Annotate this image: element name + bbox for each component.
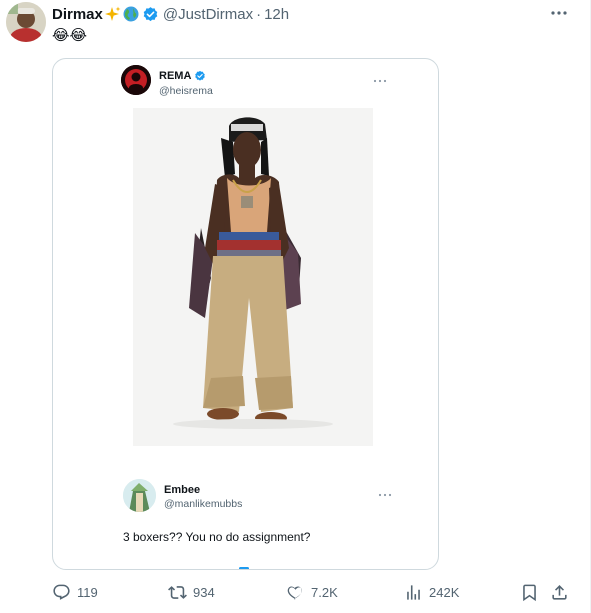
quote-photo[interactable] bbox=[133, 108, 373, 446]
action-bar: 119 934 7.2K 242K bbox=[0, 580, 591, 604]
like-button[interactable]: 7.2K bbox=[286, 580, 338, 604]
globe-icon bbox=[123, 6, 139, 22]
more-icon[interactable] bbox=[549, 6, 569, 18]
tweet-timestamp[interactable]: 12h bbox=[264, 6, 289, 23]
quote-more-icon[interactable] bbox=[373, 71, 387, 83]
share-button[interactable] bbox=[550, 580, 569, 604]
retweet-button[interactable]: 934 bbox=[168, 580, 215, 604]
tweet: Dirmax @JustDirmax · 12h 😂😂 REMA @heisre… bbox=[0, 0, 591, 613]
reply-author-handle[interactable]: @manlikemubbs bbox=[164, 498, 242, 510]
like-count: 7.2K bbox=[311, 584, 338, 600]
tweet-header: Dirmax @JustDirmax · 12h bbox=[52, 4, 289, 24]
reply-text: 3 boxers?? You no do assignment? bbox=[123, 530, 311, 544]
author-avatar[interactable] bbox=[6, 2, 46, 42]
reply-icon bbox=[53, 584, 70, 600]
header-separator: · bbox=[256, 5, 262, 23]
tweet-text: 😂😂 bbox=[52, 27, 88, 44]
sparkles-icon bbox=[104, 6, 121, 22]
scroll-indicator bbox=[239, 567, 249, 569]
share-icon bbox=[552, 584, 567, 600]
card-separator bbox=[53, 476, 438, 477]
verified-badge-icon bbox=[194, 70, 206, 82]
author-name[interactable]: Dirmax bbox=[52, 6, 103, 23]
retweet-icon bbox=[168, 585, 187, 599]
quoted-tweet-card[interactable]: REMA @heisrema Embee @manlikemubbs 3 box… bbox=[52, 58, 439, 570]
reply-button[interactable]: 119 bbox=[52, 580, 98, 604]
views-icon bbox=[407, 584, 420, 600]
reply-more-icon[interactable] bbox=[378, 485, 392, 497]
views-button[interactable]: 242K bbox=[404, 580, 459, 604]
bookmark-icon bbox=[523, 584, 536, 601]
bookmark-button[interactable] bbox=[520, 580, 539, 604]
like-icon bbox=[287, 586, 302, 599]
reply-count: 119 bbox=[77, 584, 98, 600]
retweet-count: 934 bbox=[193, 584, 215, 600]
reply-author-name[interactable]: Embee bbox=[164, 484, 200, 496]
quote-author-name-row: REMA bbox=[159, 70, 206, 82]
quote-author-handle[interactable]: @heisrema bbox=[159, 85, 213, 97]
views-count: 242K bbox=[429, 584, 460, 600]
quote-author-name[interactable]: REMA bbox=[159, 70, 191, 82]
reply-author-avatar[interactable] bbox=[123, 479, 156, 512]
author-handle[interactable]: @JustDirmax bbox=[163, 6, 253, 23]
quote-author-avatar[interactable] bbox=[121, 65, 151, 95]
verified-badge-icon bbox=[142, 6, 159, 23]
